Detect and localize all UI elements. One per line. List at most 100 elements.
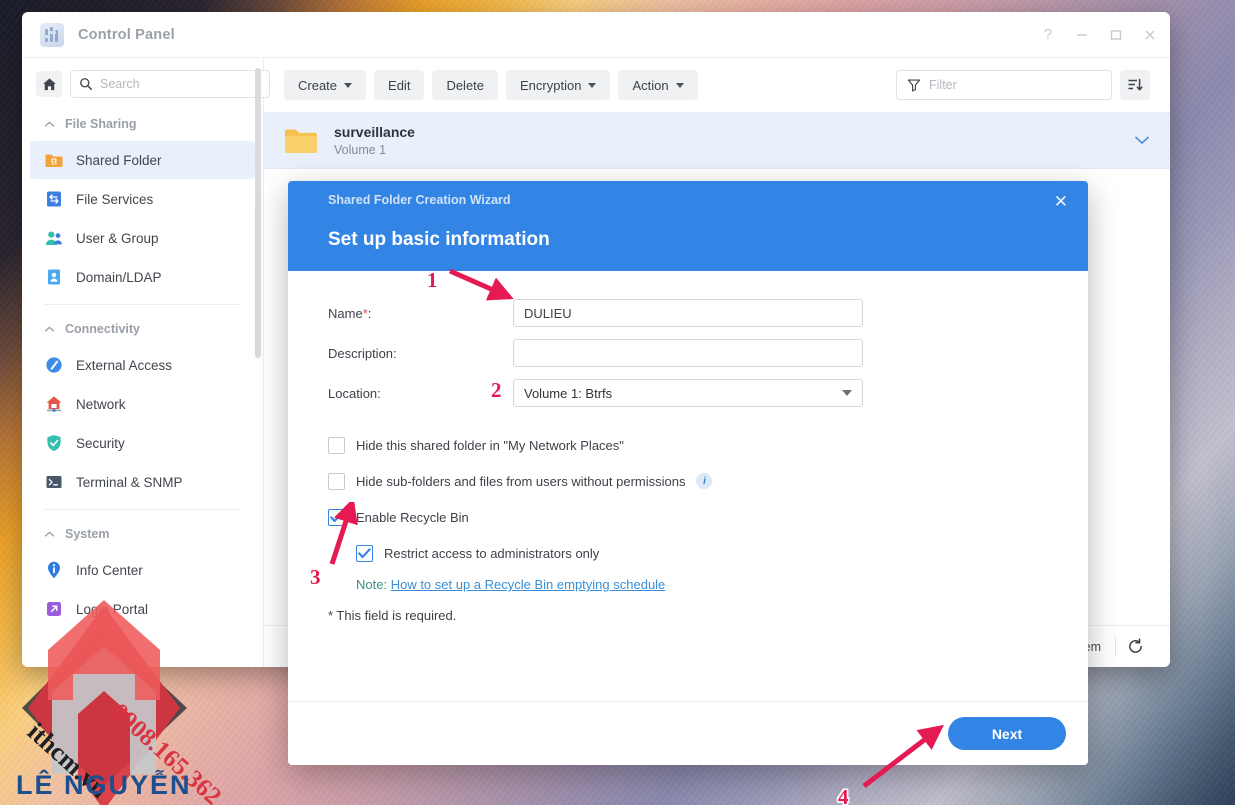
sidebar-item-domain-ldap[interactable]: Domain/LDAP	[30, 258, 255, 296]
hide-subfolders-checkbox[interactable]	[328, 472, 345, 490]
description-input[interactable]	[524, 345, 852, 361]
table-row[interactable]: surveillance Volume 1	[264, 113, 1170, 169]
hide-shared-folder-label: Hide this shared folder in "My Network P…	[356, 437, 624, 453]
sidebar-group-file-sharing[interactable]: File Sharing	[22, 108, 263, 140]
sidebar-divider	[44, 304, 241, 305]
sidebar-group-label: Connectivity	[65, 322, 141, 336]
sidebar-scrollbar[interactable]	[255, 68, 261, 358]
description-row: Description:	[328, 339, 1048, 367]
name-row: Name*:	[328, 299, 1048, 327]
enable-recycle-bin-label: Enable Recycle Bin	[356, 509, 469, 525]
enable-recycle-bin-row: Enable Recycle Bin	[328, 505, 1048, 529]
sidebar-item-external-access[interactable]: External Access	[30, 346, 255, 384]
action-button-label: Action	[632, 77, 669, 93]
sidebar-item-label: File Services	[76, 191, 154, 207]
dialog-footer: Next	[288, 701, 1088, 765]
sidebar-item-label: Terminal & SNMP	[76, 474, 183, 490]
sidebar-item-label: User & Group	[76, 230, 159, 246]
description-label: Description:	[328, 345, 397, 361]
page-title: Control Panel	[78, 26, 175, 43]
caret-down-icon	[675, 82, 684, 88]
name-label-text: Name	[328, 305, 363, 321]
next-button[interactable]: Next	[948, 717, 1066, 750]
restrict-admins-label: Restrict access to administrators only	[384, 545, 600, 561]
toolbar-right	[896, 70, 1150, 100]
folder-info: surveillance Volume 1	[334, 124, 415, 157]
maximize-button[interactable]	[1108, 27, 1124, 43]
dialog-subtitle: Shared Folder Creation Wizard	[328, 193, 511, 207]
sidebar-item-user-group[interactable]: User & Group	[30, 219, 255, 257]
close-icon[interactable]: ✕	[1054, 193, 1068, 210]
dialog-header: Shared Folder Creation Wizard Set up bas…	[288, 181, 1088, 271]
shield-icon	[44, 433, 64, 453]
sidebar-item-label: Domain/LDAP	[76, 269, 162, 285]
sidebar-group-system[interactable]: System	[22, 518, 263, 550]
search-icon	[80, 78, 93, 91]
external-access-icon	[44, 355, 64, 375]
caret-down-icon	[344, 82, 353, 88]
window-titlebar: Control Panel ?	[22, 12, 1170, 58]
hide-subfolders-row: Hide sub-folders and files from users wi…	[328, 469, 1048, 493]
close-button[interactable]	[1142, 27, 1158, 43]
sidebar-item-security[interactable]: Security	[30, 424, 255, 462]
dialog-title: Set up basic information	[328, 229, 550, 250]
action-button[interactable]: Action	[618, 70, 698, 100]
edit-button[interactable]: Edit	[374, 70, 425, 100]
sidebar-item-label: Network	[76, 396, 126, 412]
sidebar-item-file-services[interactable]: File Services	[30, 180, 255, 218]
chevron-down-icon[interactable]	[1134, 133, 1150, 148]
minimize-button[interactable]	[1074, 27, 1090, 43]
edit-button-label: Edit	[388, 77, 411, 93]
terminal-snmp-icon	[44, 472, 64, 492]
sidebar-nav: File Sharing Shared Folder File Services	[22, 108, 263, 667]
location-label: Location:	[328, 385, 381, 401]
chevron-down-icon	[842, 390, 852, 396]
search-input[interactable]	[70, 70, 270, 98]
sidebar-item-network[interactable]: Network	[30, 385, 255, 423]
sidebar-item-label: Info Center	[76, 562, 143, 578]
name-input[interactable]	[524, 305, 852, 321]
refresh-icon[interactable]	[1116, 632, 1154, 662]
sidebar-item-info-center[interactable]: Info Center	[30, 551, 255, 589]
description-field[interactable]	[513, 339, 863, 367]
sidebar-group-connectivity[interactable]: Connectivity	[22, 313, 263, 345]
folder-name: surveillance	[334, 124, 415, 140]
recycle-bin-note: Note: How to set up a Recycle Bin emptyi…	[356, 577, 1048, 592]
required-field-note: * This field is required.	[328, 608, 457, 623]
sidebar-item-shared-folder[interactable]: Shared Folder	[30, 141, 255, 179]
caret-down-icon	[588, 82, 597, 88]
create-button-label: Create	[298, 77, 338, 93]
sidebar-item-terminal-snmp[interactable]: Terminal & SNMP	[30, 463, 255, 501]
location-value: Volume 1: Btrfs	[524, 385, 613, 401]
sidebar-item-login-portal[interactable]: Login Portal	[30, 590, 255, 628]
sort-descending-icon[interactable]	[1120, 70, 1150, 100]
info-icon[interactable]: i	[696, 473, 713, 489]
hide-shared-folder-checkbox[interactable]	[328, 436, 345, 454]
sidebar-search-row	[22, 58, 270, 108]
restrict-admins-checkbox[interactable]	[356, 544, 373, 562]
sidebar-divider	[44, 509, 241, 510]
search-field[interactable]	[100, 77, 261, 91]
note-label: Note:	[356, 577, 388, 592]
delete-button[interactable]: Delete	[432, 70, 499, 100]
create-button[interactable]: Create	[284, 70, 367, 100]
recycle-bin-schedule-link[interactable]: How to set up a Recycle Bin emptying sch…	[391, 577, 666, 592]
location-select[interactable]: Volume 1: Btrfs	[513, 379, 863, 407]
chevron-up-icon	[44, 326, 55, 332]
sidebar-group-label: System	[65, 527, 110, 541]
filter-field[interactable]	[929, 78, 1101, 92]
name-field[interactable]	[513, 299, 863, 327]
encryption-button-label: Encryption	[520, 77, 582, 93]
dialog-body: Name*: Description: Location: Volume 1: …	[288, 271, 1088, 701]
encryption-button[interactable]: Encryption	[506, 70, 611, 100]
shared-folder-icon	[44, 150, 64, 170]
enable-recycle-bin-checkbox[interactable]	[328, 508, 345, 526]
help-button[interactable]: ?	[1040, 27, 1056, 43]
restrict-admins-row: Restrict access to administrators only	[356, 541, 1048, 565]
sidebar-item-label: Security	[76, 435, 125, 451]
user-group-icon	[44, 228, 64, 248]
home-icon[interactable]	[36, 71, 62, 97]
filter-input[interactable]	[896, 70, 1112, 100]
shared-folder-creation-wizard-dialog: Shared Folder Creation Wizard Set up bas…	[288, 181, 1088, 765]
hide-subfolders-label: Hide sub-folders and files from users wi…	[356, 473, 686, 489]
